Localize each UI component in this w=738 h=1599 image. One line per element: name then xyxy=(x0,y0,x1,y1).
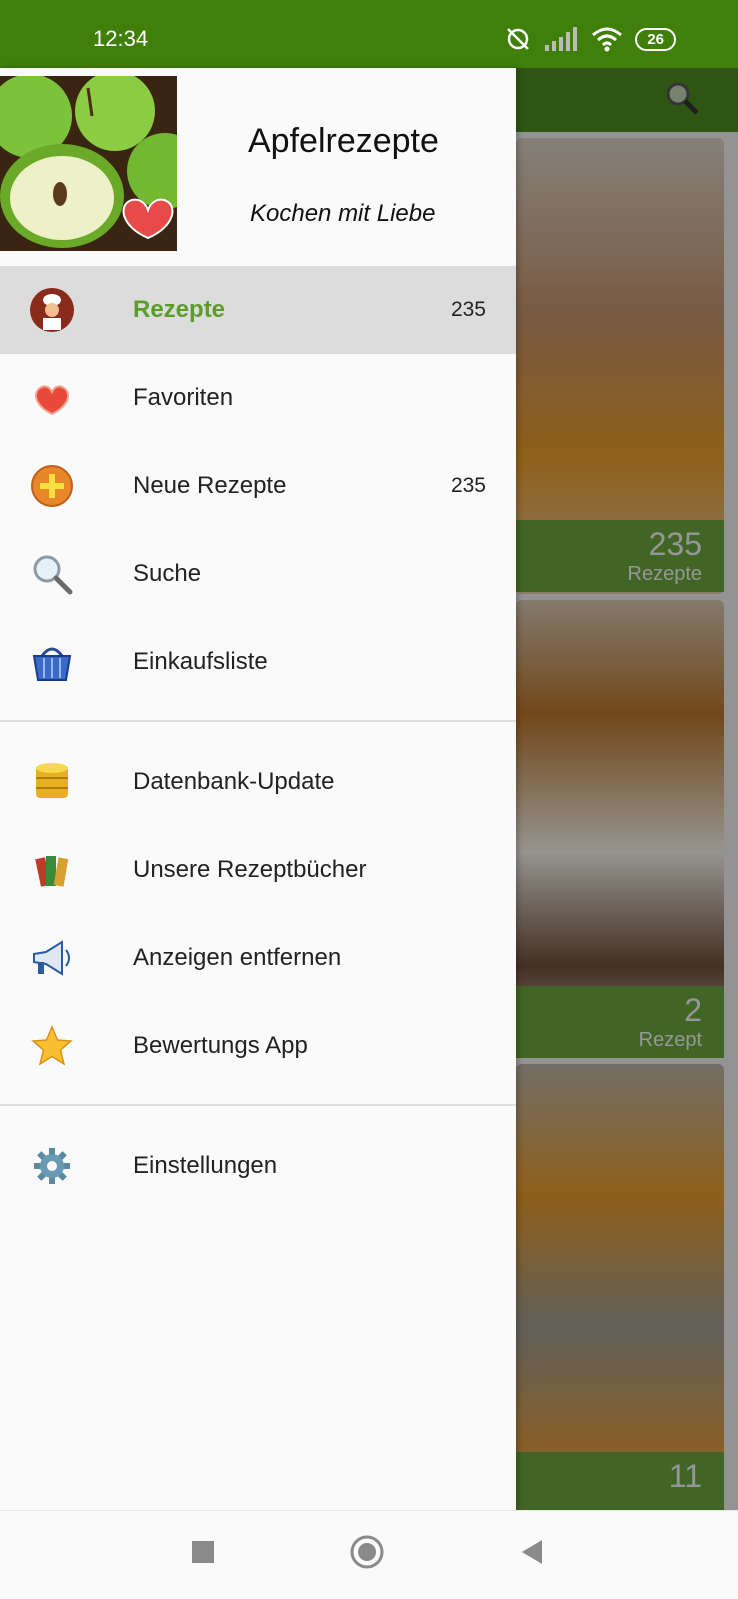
recents-button[interactable] xyxy=(190,1539,216,1565)
drawer-menu: Rezepte 235 Favoriten Neue Rezepte 235 S… xyxy=(0,266,516,1210)
menu-item-bewertungs-app[interactable]: Bewertungs App xyxy=(0,1002,516,1090)
system-nav-bar xyxy=(0,1510,738,1599)
app-title: Apfelrezepte xyxy=(248,122,439,160)
menu-item-label: Einkaufsliste xyxy=(133,648,268,675)
status-bar: 12:34 26 xyxy=(0,0,738,68)
menu-item-label: Einstellungen xyxy=(133,1152,278,1179)
menu-item-neue-rezepte[interactable]: Neue Rezepte 235 xyxy=(0,442,516,530)
menu-item-rezepte[interactable]: Rezepte 235 xyxy=(0,266,516,354)
alarm-off-icon xyxy=(507,28,530,50)
basket-icon xyxy=(32,647,72,681)
menu-item-label: Unsere Rezeptbücher xyxy=(133,856,367,883)
menu-item-label: Rezepte xyxy=(133,296,226,323)
menu-item-anzeigen-entfernen[interactable]: Anzeigen entfernen xyxy=(0,914,516,1002)
menu-item-label: Neue Rezepte xyxy=(133,472,287,499)
apples-picture xyxy=(0,76,177,251)
menu-item-count: 235 xyxy=(450,474,486,497)
menu-item-label: Anzeigen entfernen xyxy=(133,944,342,971)
books-icon xyxy=(35,856,69,887)
menu-item-favoriten[interactable]: Favoriten xyxy=(0,354,516,442)
signal-icon xyxy=(545,27,578,51)
battery-indicator: 26 xyxy=(635,27,676,51)
menu-item-label: Favoriten xyxy=(133,384,234,411)
star-icon xyxy=(31,1025,73,1066)
menu-item-label: Suche xyxy=(133,560,202,587)
menu-item-datenbank-update[interactable]: Datenbank-Update xyxy=(0,738,516,826)
wifi-icon xyxy=(592,27,623,52)
chef-icon xyxy=(30,288,74,332)
menu-item-label: Bewertungs App xyxy=(133,1032,308,1059)
drawer-header: Apfelrezepte Kochen mit Liebe xyxy=(0,68,516,266)
status-time: 12:34 xyxy=(93,26,149,51)
plus-badge-icon xyxy=(31,465,73,507)
menu-item-suche[interactable]: Suche xyxy=(0,530,516,618)
menu-item-einstellungen[interactable]: Einstellungen xyxy=(0,1122,516,1210)
magnifier-icon xyxy=(33,555,73,595)
home-button[interactable] xyxy=(350,1535,384,1569)
drawer-scrim[interactable] xyxy=(516,68,738,1510)
menu-divider xyxy=(0,1104,516,1106)
menu-item-rezeptbuecher[interactable]: Unsere Rezeptbücher xyxy=(0,826,516,914)
megaphone-icon xyxy=(33,940,70,976)
menu-item-einkaufsliste[interactable]: Einkaufsliste xyxy=(0,618,516,706)
gear-icon xyxy=(34,1148,70,1184)
status-icons: 26 xyxy=(503,24,676,54)
menu-item-count: 235 xyxy=(450,298,486,321)
app-subtitle: Kochen mit Liebe xyxy=(250,200,436,227)
navigation-drawer: Apfelrezepte Kochen mit Liebe Rezepte 23… xyxy=(0,68,516,1510)
back-button[interactable] xyxy=(520,1539,544,1565)
menu-item-label: Datenbank-Update xyxy=(133,768,335,795)
apple-header-image xyxy=(0,76,177,251)
database-icon xyxy=(36,763,68,798)
menu-divider xyxy=(0,720,516,722)
heart-icon xyxy=(35,385,69,416)
